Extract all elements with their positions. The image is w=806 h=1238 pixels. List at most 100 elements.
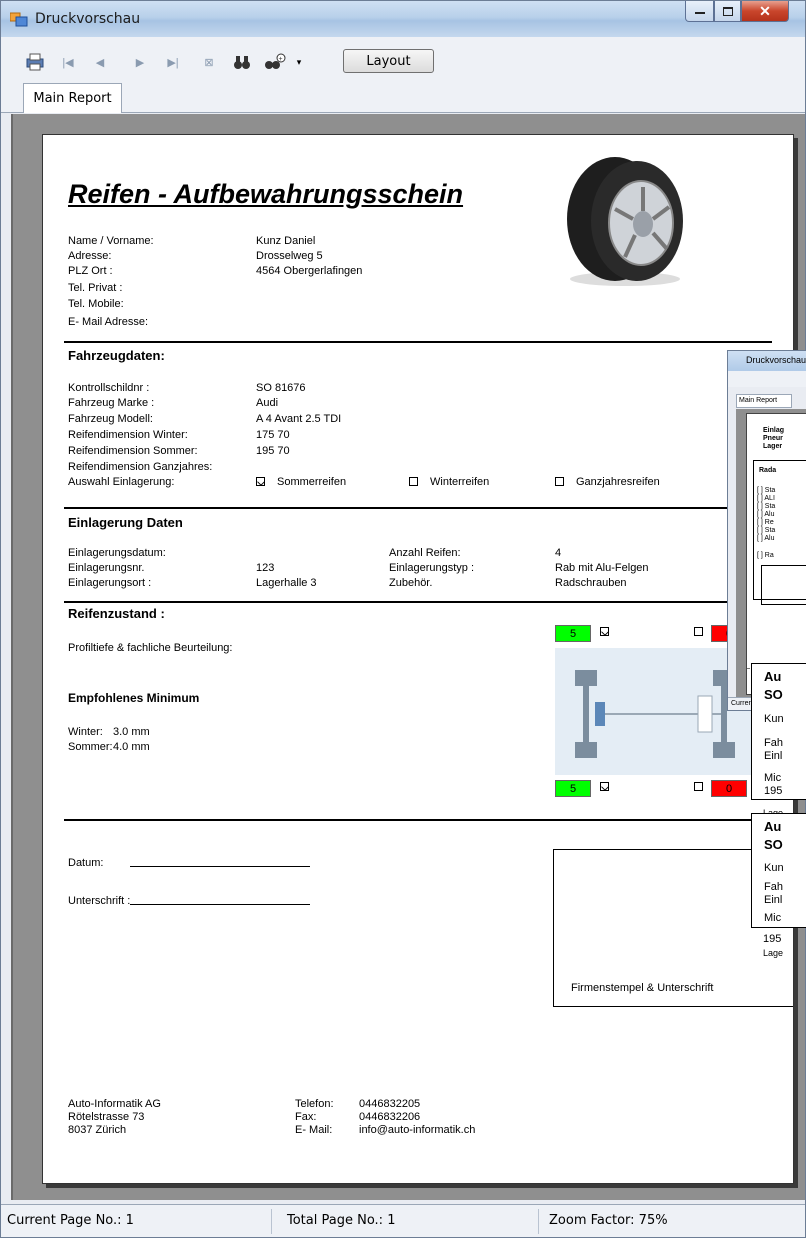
checkbox-checked-icon: [600, 782, 609, 791]
report-page: Reifen - Aufbewahrungsschein Name / Vorn…: [42, 134, 794, 1184]
summer-min-value: 4.0 mm: [113, 741, 150, 753]
mini-card-line: Au: [764, 669, 782, 684]
vehicle-value: 175 70: [256, 429, 290, 441]
mini-text: Lager: [763, 443, 783, 450]
mini-card: Au SO Kun Fah Einl Mic 195: [751, 663, 806, 800]
status-separator: [538, 1209, 539, 1234]
section-divider: [64, 341, 772, 343]
option-summer[interactable]: Sommerreifen: [256, 475, 346, 490]
zoom-dropdown-icon[interactable]: ▾: [290, 53, 308, 71]
total-pages-status: Total Page No.: 1: [287, 1213, 396, 1228]
mini-card-line: SO: [764, 837, 783, 852]
vehicle-value: A 4 Avant 2.5 TDI: [256, 413, 342, 425]
condition-heading: Reifenzustand :: [68, 606, 165, 621]
mini-card-line: Mic: [764, 772, 782, 784]
minimize-button[interactable]: [685, 1, 714, 22]
title-bar: Druckvorschau ✕: [1, 1, 805, 37]
tread-front-left-check[interactable]: [600, 625, 621, 640]
storage-selection-label: Auswahl Einlagerung:: [68, 476, 175, 488]
contact-value: 0446832205: [359, 1098, 421, 1110]
mini-text: [ ] Ra: [757, 552, 774, 559]
second-window-toolbar: [728, 371, 806, 387]
storage-label: Einlagerungstyp :: [389, 562, 474, 574]
current-page-status: Current Page No.: 1: [7, 1213, 134, 1228]
checkbox-icon: [409, 477, 418, 486]
tab-strip: Main Report: [1, 83, 805, 113]
last-page-icon[interactable]: ▶|: [164, 53, 182, 71]
print-preview-window: Druckvorschau ✕ |◀ ◀ ▶ ▶| ⊠ + ▾ Layout M…: [0, 0, 806, 1238]
layout-button[interactable]: Layout: [343, 49, 434, 73]
option-winter[interactable]: Winterreifen: [409, 475, 489, 490]
mini-card-line: Kun: [764, 713, 784, 725]
first-page-icon[interactable]: |◀: [59, 53, 77, 71]
find-icon[interactable]: [233, 53, 251, 71]
svg-text:+: +: [279, 56, 283, 63]
second-window-title: Druckvorschau: [728, 351, 806, 371]
close-icon: ✕: [759, 2, 771, 19]
report-viewer[interactable]: Reifen - Aufbewahrungsschein Name / Vorn…: [11, 114, 805, 1200]
mini-card-line: Mic: [764, 912, 782, 924]
company-street: Rötelstrasse 73: [68, 1111, 145, 1123]
vehicle-value: SO 81676: [256, 382, 306, 394]
customer-name-value: Kunz Daniel: [256, 235, 316, 247]
vehicle-label: Reifendimension Winter:: [68, 429, 188, 441]
contact-value: info@auto-informatik.ch: [359, 1124, 476, 1136]
mini-card-line: Fah: [764, 737, 783, 749]
minimize-icon: [694, 12, 705, 14]
maximize-button[interactable]: [714, 1, 741, 22]
contact-label: E- Mail:: [295, 1124, 333, 1136]
app-icon: [10, 12, 28, 27]
contact-label: Telefon:: [295, 1098, 334, 1110]
customer-city-value: 4564 Obergerlafingen: [256, 265, 363, 277]
contact-value: 0446832206: [359, 1111, 421, 1123]
toolbar: |◀ ◀ ▶ ▶| ⊠ + ▾ Layout: [1, 37, 805, 83]
stop-icon[interactable]: ⊠: [200, 53, 218, 71]
vehicle-label: Kontrollschildnr :: [68, 382, 150, 394]
report-title: Reifen - Aufbewahrungsschein: [68, 179, 464, 209]
storage-heading: Einlagerung Daten: [68, 515, 183, 530]
storage-value: 123: [256, 562, 275, 574]
mini-card-line: Einl: [764, 894, 783, 906]
second-window-tab[interactable]: Main Report: [736, 394, 792, 408]
signature-label: Unterschrift :: [68, 895, 131, 907]
vehicle-label: Reifendimension Ganzjahres:: [68, 461, 213, 473]
zoom-icon[interactable]: +: [264, 53, 288, 71]
mini-card-line: 195: [763, 933, 782, 945]
second-window-cards-2: Au SO Kun Fah Einl Mic: [745, 813, 806, 928]
summer-min-label: Sommer:: [68, 741, 113, 753]
vehicle-heading: Fahrzeugdaten:: [68, 348, 165, 363]
status-separator: [271, 1209, 272, 1234]
customer-mobile-label: Tel. Mobile:: [68, 298, 124, 310]
option-allseason[interactable]: Ganzjahresreifen: [555, 475, 660, 490]
next-page-icon[interactable]: ▶: [131, 53, 149, 71]
tread-rear-left-check[interactable]: [600, 780, 621, 795]
checkbox-checked-icon: [600, 627, 609, 636]
maximize-icon: [722, 6, 733, 16]
customer-address-label: Adresse:: [68, 250, 112, 262]
company-name: Auto-Informatik AG: [68, 1098, 161, 1110]
customer-email-label: E- Mail Adresse:: [68, 316, 149, 328]
date-label: Datum:: [68, 857, 104, 869]
checkbox-checked-icon: [256, 477, 265, 486]
vehicle-label: Reifendimension Sommer:: [68, 445, 198, 457]
vehicle-label: Fahrzeug Marke :: [68, 397, 155, 409]
date-line: [130, 866, 310, 867]
mini-text: [ ] Alu: [757, 535, 775, 542]
close-button[interactable]: ✕: [741, 1, 789, 22]
storage-value: Radschrauben: [555, 577, 627, 589]
previous-page-icon[interactable]: ◀: [91, 53, 109, 71]
vehicle-value: Audi: [256, 397, 279, 409]
winter-min-label: Winter:: [68, 726, 103, 738]
storage-label: Einlagerungsdatum:: [68, 547, 166, 559]
tab-main-report[interactable]: Main Report: [23, 83, 122, 113]
checkbox-icon: [555, 477, 564, 486]
vehicle-label: Fahrzeug Modell:: [68, 413, 153, 425]
mini-card-line: Lage: [763, 948, 784, 958]
minimum-heading: Empfohlenes Minimum: [68, 691, 200, 705]
second-window-page: Einlag Pneur Lager Rada [ ] Sta [ ] ALI …: [746, 413, 806, 695]
customer-name-label: Name / Vorname:: [68, 235, 154, 247]
mini-card-line: Einl: [764, 750, 783, 762]
tread-rear-left: 5: [555, 780, 591, 797]
print-icon[interactable]: [25, 53, 45, 71]
tire-image: [567, 157, 683, 286]
